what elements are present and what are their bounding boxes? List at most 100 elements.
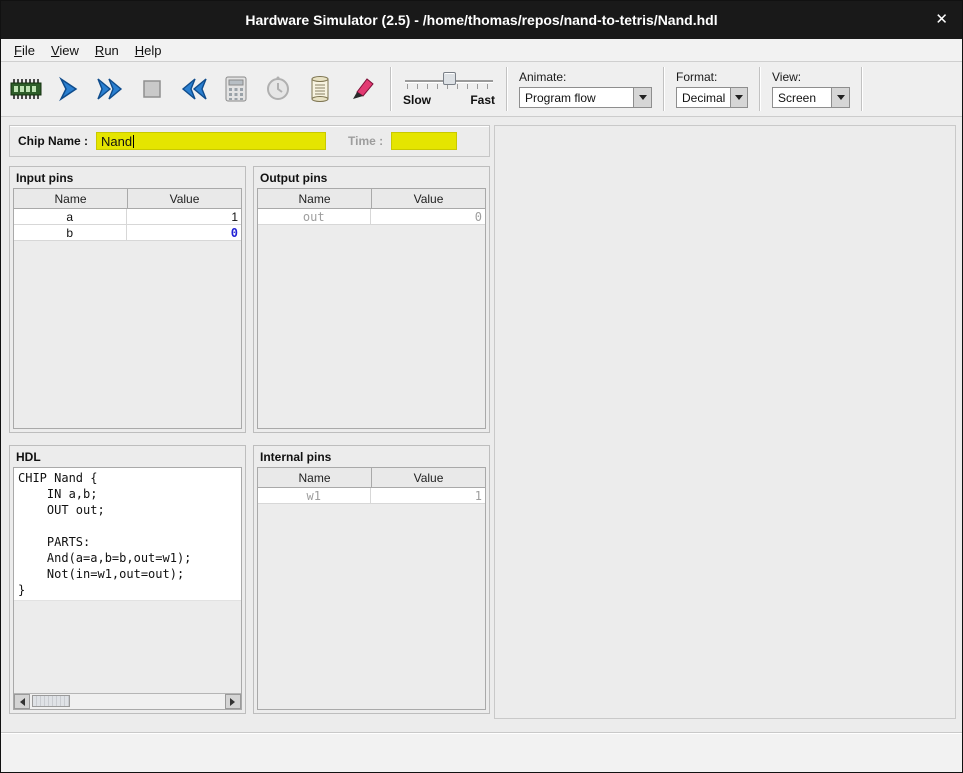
column-header-name[interactable]: Name <box>258 189 371 208</box>
scrollbar-thumb[interactable] <box>32 695 70 707</box>
pin-value[interactable]: 0 <box>126 225 242 240</box>
script-icon <box>307 75 333 103</box>
table-row: out 0 <box>258 209 485 225</box>
time-field <box>391 132 457 150</box>
chip-name-label: Chip Name : <box>18 134 88 148</box>
slider-label-fast: Fast <box>470 93 495 107</box>
internal-pins-table: Name Value w1 1 <box>257 467 486 710</box>
panel-grid: Input pins Name Value a 1 b 0 <box>9 166 490 714</box>
table-header: Name Value <box>14 189 241 209</box>
input-pins-table: Name Value a 1 b 0 <box>13 188 242 429</box>
status-bar <box>1 732 962 772</box>
column-header-name[interactable]: Name <box>14 189 127 208</box>
view-label: View: <box>772 70 850 84</box>
format-value: Decimal <box>677 88 730 107</box>
calculator-button[interactable] <box>216 68 256 110</box>
chip-icon <box>9 76 43 102</box>
internal-pins-title: Internal pins <box>254 446 489 467</box>
clock-button[interactable] <box>258 68 298 110</box>
load-script-button[interactable] <box>300 68 340 110</box>
column-header-value[interactable]: Value <box>371 468 485 487</box>
toolbar-separator <box>663 67 665 111</box>
output-pins-panel: Output pins Name Value out 0 <box>253 166 490 433</box>
toolbar: Slow Fast Animate: Program flow Format: … <box>1 62 962 117</box>
slider-labels: Slow Fast <box>403 93 495 107</box>
speed-slider[interactable] <box>405 71 493 91</box>
animate-combo-group: Animate: Program flow <box>515 70 656 108</box>
format-dropdown-button[interactable] <box>730 88 747 107</box>
animate-value: Program flow <box>520 88 633 107</box>
pin-name: a <box>14 209 126 224</box>
pin-value: 0 <box>370 209 486 224</box>
arrow-right-icon <box>230 698 239 706</box>
pin-name: w1 <box>258 488 370 503</box>
pin-value[interactable]: 1 <box>126 209 242 224</box>
toolbar-separator <box>861 67 863 111</box>
slider-label-slow: Slow <box>403 93 431 107</box>
pin-name: b <box>14 225 126 240</box>
single-step-button[interactable] <box>48 68 88 110</box>
table-empty-area <box>14 241 241 428</box>
chip-name-bar: Chip Name : Nand Time : <box>9 125 490 157</box>
scroll-right-button[interactable] <box>225 694 241 709</box>
breakpoints-button[interactable] <box>342 68 382 110</box>
table-empty-area <box>258 225 485 428</box>
format-combo-group: Format: Decimal <box>672 70 752 108</box>
table-empty-area <box>258 504 485 709</box>
column-header-value[interactable]: Value <box>371 189 485 208</box>
table-row: w1 1 <box>258 488 485 504</box>
animate-label: Animate: <box>519 70 652 84</box>
left-column: Chip Name : Nand Time : Input pins Name <box>9 125 490 719</box>
view-combobox[interactable]: Screen <box>772 87 850 108</box>
animate-combobox[interactable]: Program flow <box>519 87 652 108</box>
stop-button[interactable] <box>132 68 172 110</box>
text-caret <box>133 135 134 148</box>
scrollbar-track[interactable] <box>30 694 225 709</box>
format-combobox[interactable]: Decimal <box>676 87 748 108</box>
hdl-view: CHIP Nand { IN a,b; OUT out; PARTS: And(… <box>13 467 242 710</box>
app-window: Hardware Simulator (2.5) - /home/thomas/… <box>0 0 963 773</box>
step-forward-icon <box>55 76 81 102</box>
view-value: Screen <box>773 88 831 107</box>
hdl-title: HDL <box>10 446 245 467</box>
menu-help[interactable]: Help <box>127 41 170 60</box>
menu-bar: File View Run Help <box>1 39 962 62</box>
pin-name: out <box>258 209 370 224</box>
window-title: Hardware Simulator (2.5) - /home/thomas/… <box>245 12 717 28</box>
table-row[interactable]: b 0 <box>14 225 241 241</box>
hdl-empty-area <box>14 601 241 693</box>
chip-name-value: Nand <box>101 134 132 149</box>
column-header-value[interactable]: Value <box>127 189 241 208</box>
pen-icon <box>348 75 376 103</box>
toolbar-separator <box>506 67 508 111</box>
fast-forward-icon <box>95 76 125 102</box>
main-view-area <box>494 125 956 719</box>
load-chip-button[interactable] <box>6 68 46 110</box>
table-header: Name Value <box>258 468 485 488</box>
table-row[interactable]: a 1 <box>14 209 241 225</box>
run-button[interactable] <box>90 68 130 110</box>
scroll-left-button[interactable] <box>14 694 30 709</box>
close-button[interactable]: ✕ <box>935 11 948 29</box>
reset-button[interactable] <box>174 68 214 110</box>
rewind-icon <box>179 76 209 102</box>
output-pins-table: Name Value out 0 <box>257 188 486 429</box>
chip-name-field[interactable]: Nand <box>96 132 326 150</box>
animate-dropdown-button[interactable] <box>633 88 651 107</box>
view-dropdown-button[interactable] <box>831 88 849 107</box>
internal-pins-panel: Internal pins Name Value w1 1 <box>253 445 490 714</box>
hdl-code[interactable]: CHIP Nand { IN a,b; OUT out; PARTS: And(… <box>14 468 241 601</box>
menu-file[interactable]: File <box>6 41 43 60</box>
format-label: Format: <box>676 70 748 84</box>
title-bar: Hardware Simulator (2.5) - /home/thomas/… <box>1 1 962 39</box>
hdl-horizontal-scrollbar[interactable] <box>14 693 241 709</box>
slider-thumb[interactable] <box>443 72 456 85</box>
menu-view[interactable]: View <box>43 41 87 60</box>
main-content: Chip Name : Nand Time : Input pins Name <box>1 117 962 719</box>
column-header-name[interactable]: Name <box>258 468 371 487</box>
menu-run[interactable]: Run <box>87 41 127 60</box>
chevron-down-icon <box>837 95 845 104</box>
output-pins-title: Output pins <box>254 167 489 188</box>
toolbar-separator <box>759 67 761 111</box>
stop-icon <box>139 76 165 102</box>
